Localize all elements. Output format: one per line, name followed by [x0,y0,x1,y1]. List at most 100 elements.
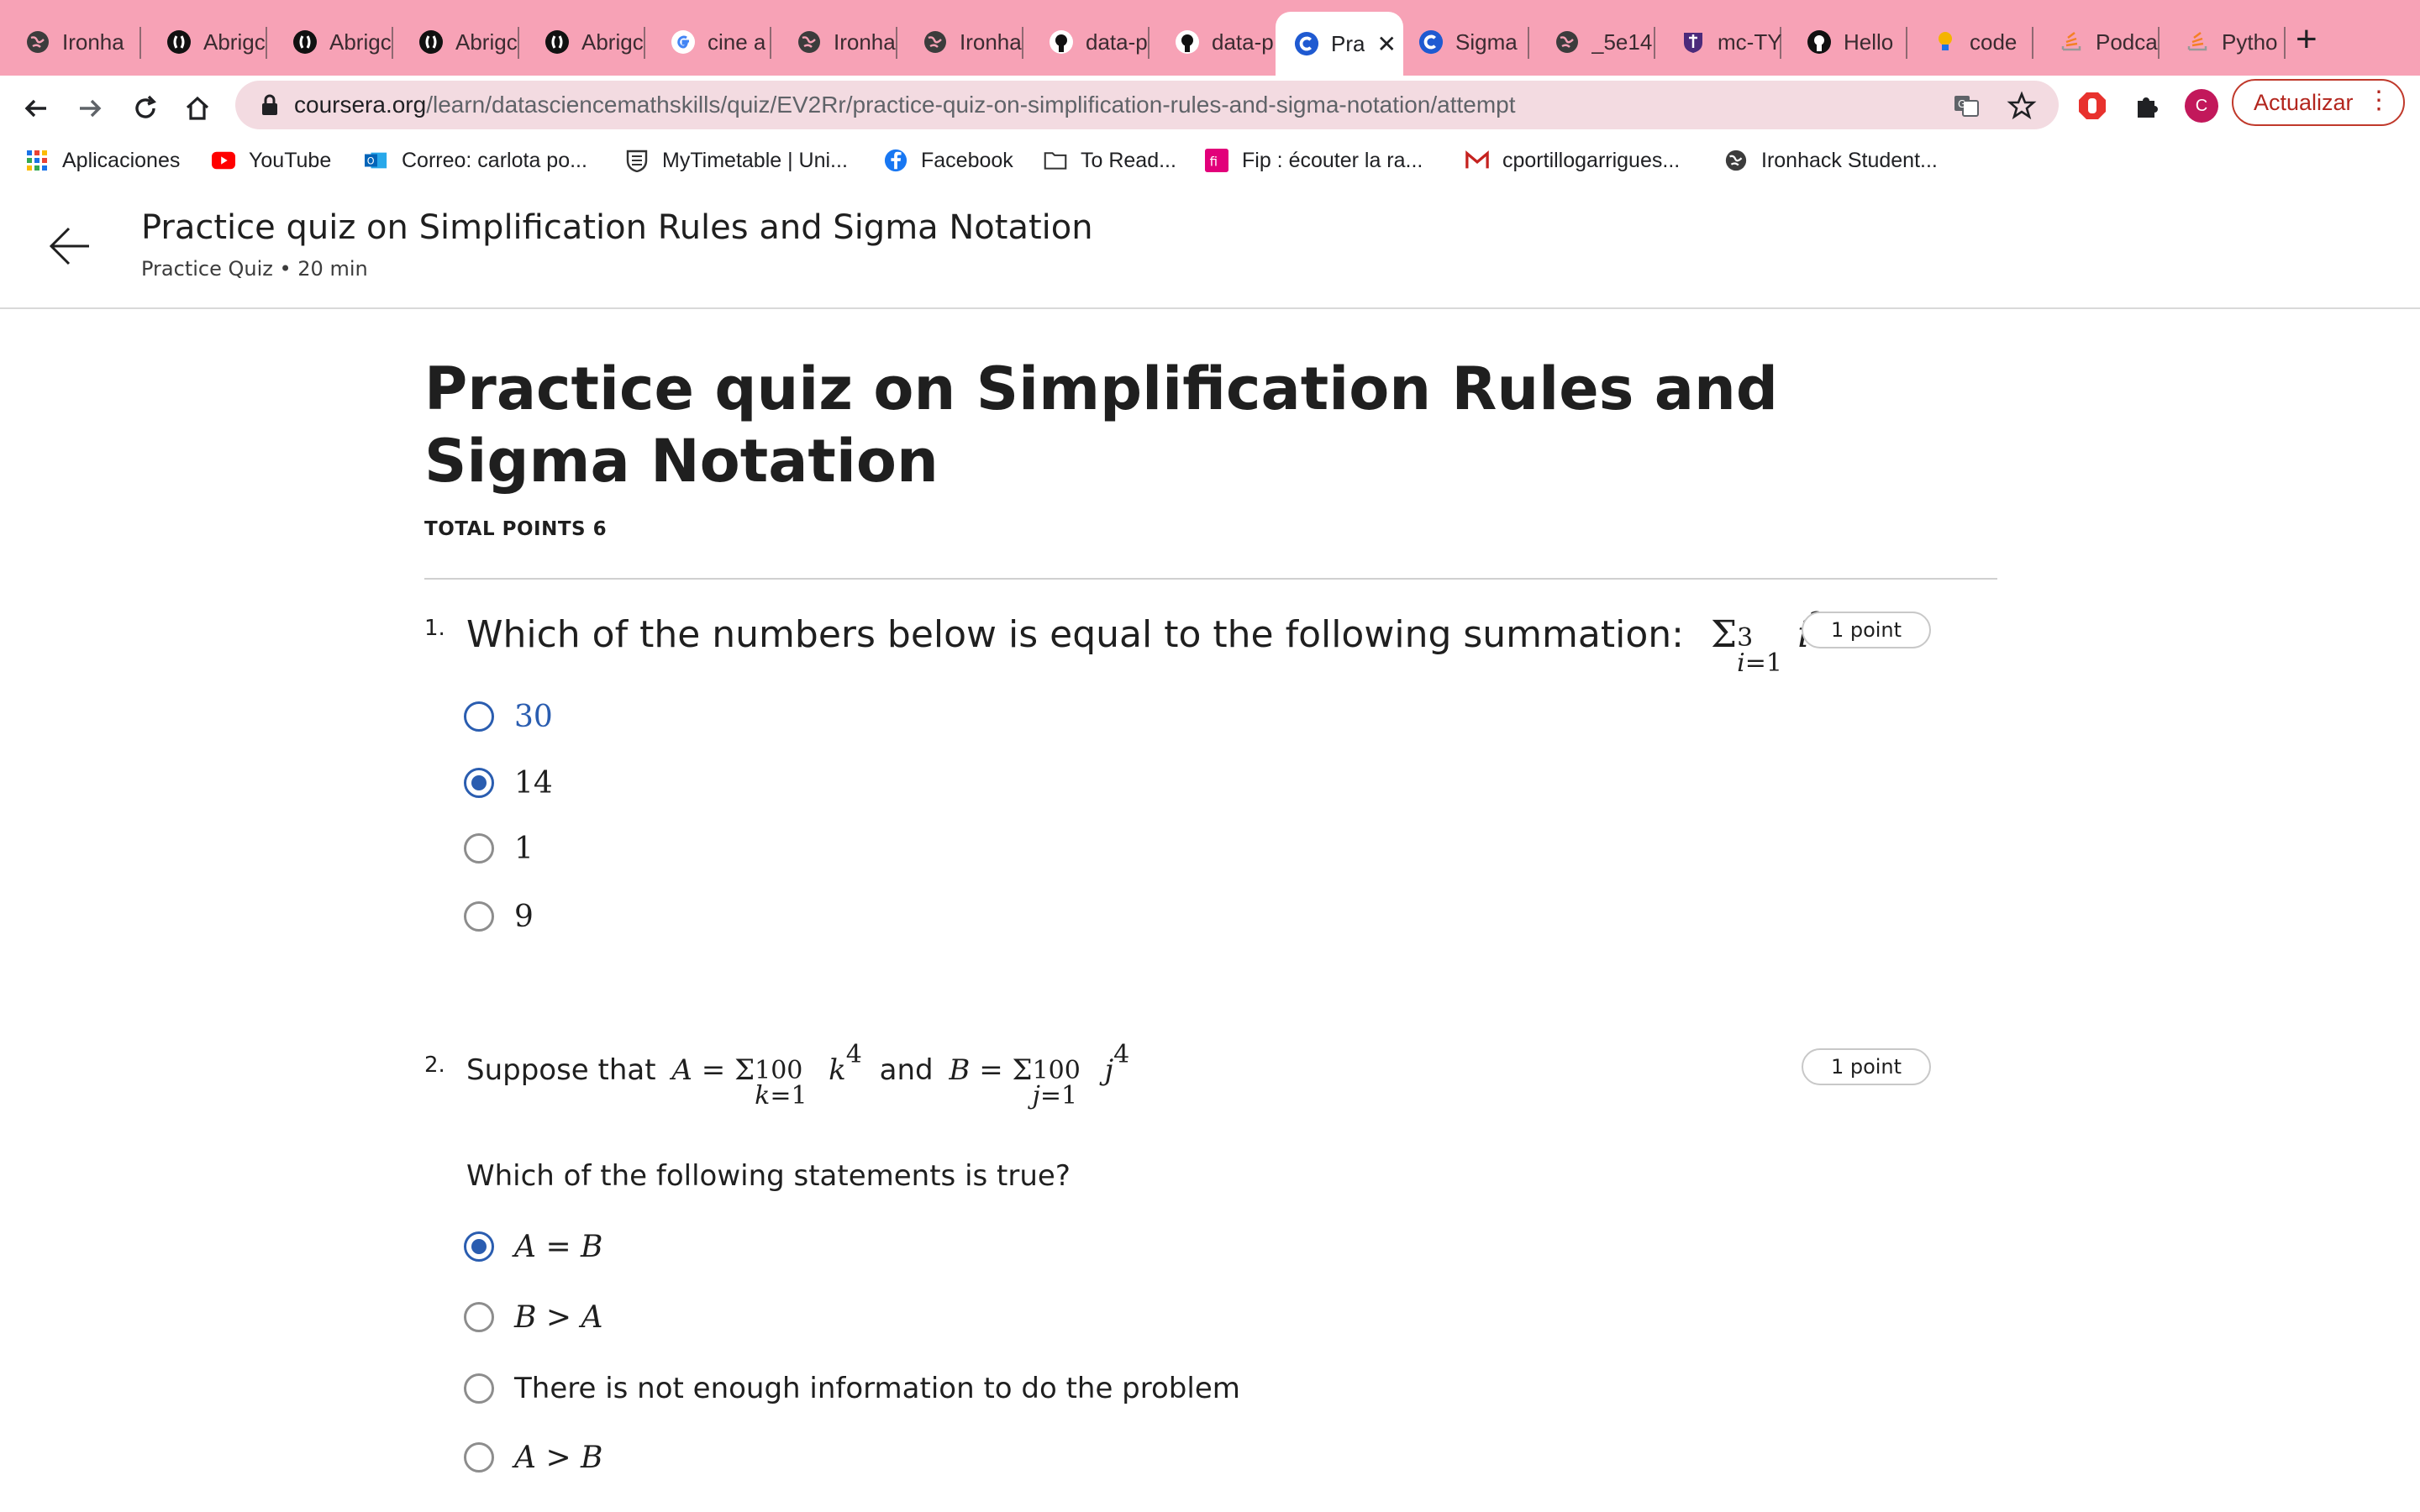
profile-avatar[interactable]: C [2185,89,2218,123]
tab-label: Ironha [62,29,124,55]
crest-icon [625,149,649,172]
tab-podcast[interactable]: Podca [2033,15,2160,69]
radio-button[interactable] [464,701,494,732]
tab-abrigo-3[interactable]: Abrigc [393,15,519,69]
quiz-page-header: Practice quiz on Simplification Rules an… [0,186,2420,309]
tab-data-2[interactable]: data-p [1150,15,1276,69]
formula-b: B = Σ 100 j=1 j4 [949,1040,1130,1110]
radio-button[interactable] [464,1373,494,1404]
svg-text:fi: fi [1210,155,1218,170]
points-label: 1 point [1830,618,1902,642]
bookmark-fip[interactable]: fi Fip : écouter la ra... [1205,144,1423,176]
bookmark-label: cportillogarrigues... [1502,148,1681,172]
bookmark-apps[interactable]: Aplicaciones [25,144,180,176]
bookmark-label: Facebook [921,148,1013,172]
address-bar[interactable]: coursera.org/learn/datasciencemathskills… [235,81,2059,129]
question-2-and: and [879,1053,934,1087]
option-label: 1 [514,831,534,866]
star-icon[interactable] [2007,91,2037,121]
tab-separator [2284,27,2286,59]
points-badge: 1 point [1802,612,1931,648]
folder-icon [1044,149,1067,172]
tab-label: Pra [1331,30,1365,56]
reload-button[interactable] [124,87,166,129]
option-a-equals-b[interactable]: A = B [464,1226,603,1268]
bookmark-facebook[interactable]: Facebook [884,144,1013,176]
globe-icon [1555,29,1580,55]
svg-text:O: O [367,156,375,167]
tab-python[interactable]: Pytho [2160,15,2286,69]
arrow-right-icon [80,99,102,118]
tab-ironhack-1[interactable]: Ironha [0,15,141,69]
tab-label: Sigma [1455,29,1518,55]
tab-data-1[interactable]: data-p [1023,15,1150,69]
tab-mc[interactable]: mc-TY [1655,15,1781,69]
tab-sigma[interactable]: Sigma [1403,15,1529,69]
adblock-icon[interactable] [2077,91,2107,121]
back-button[interactable] [15,87,57,129]
menu-dots-icon[interactable]: ⋮ [2366,88,2391,113]
forward-button[interactable] [69,87,111,129]
bookmark-to-read-folder[interactable]: To Read... [1044,144,1176,176]
option-9[interactable]: 9 [464,895,534,937]
tab-practice-quiz[interactable]: Pra ✕ [1276,12,1403,76]
radio-button-selected[interactable] [464,1231,494,1262]
tab-label: Ironha [960,29,1022,55]
option-a-greater-b[interactable]: A > B [464,1436,603,1478]
update-label: Actualizar [2254,89,2354,115]
update-button[interactable]: Actualizar ⋮ [2232,79,2405,126]
bookmark-mytimetable[interactable]: MyTimetable | Uni... [625,144,848,176]
tab-5e14[interactable]: _5e14 [1529,15,1655,69]
codepen-icon [166,29,192,55]
bookmarks-bar: Aplicaciones YouTube O Correo: carlota p… [0,134,2420,188]
outlook-icon: O [365,149,388,172]
url-text: coursera.org/learn/datasciencemathskills… [294,92,1516,118]
option-not-enough-info[interactable]: There is not enough information to do th… [464,1368,1240,1410]
radio-button[interactable] [464,833,494,864]
bookmark-youtube[interactable]: YouTube [212,144,331,176]
close-tab-icon[interactable]: ✕ [1376,30,1396,58]
option-label: 14 [514,765,553,801]
option-30[interactable]: 30 [464,696,553,738]
option-1[interactable]: 1 [464,827,534,869]
tab-cine[interactable]: cine a [645,15,771,69]
extensions-area: C [2069,81,2228,129]
tab-label: data-p [1086,29,1148,55]
tab-ironhack-2[interactable]: Ironha [771,15,897,69]
globe-icon [923,29,948,55]
arrow-left-icon [24,99,46,118]
bookmark-label: YouTube [249,148,332,172]
question-2-prompt: Which of the following statements is tru… [466,1159,1071,1193]
fip-icon: fi [1205,149,1228,172]
codepen-icon [544,29,570,55]
translate-icon[interactable]: G [1951,91,1981,121]
globe-icon [25,29,50,55]
tab-abrigo-2[interactable]: Abrigc [267,15,393,69]
tab-abrigo-1[interactable]: Abrigc [141,15,267,69]
radio-button-selected[interactable] [464,768,494,798]
lightbulb-icon [1933,29,1958,55]
radio-button[interactable] [464,1442,494,1473]
option-b-greater-a[interactable]: B > A [464,1296,603,1338]
url-host: coursera.org [294,92,427,118]
home-icon [186,96,209,120]
bookmark-outlook[interactable]: O Correo: carlota po... [365,144,587,176]
option-14[interactable]: 14 [464,762,553,804]
github-icon [1807,29,1832,55]
tab-code[interactable]: code [1907,15,2033,69]
radio-button[interactable] [464,901,494,932]
bookmark-label: Aplicaciones [62,148,181,172]
bookmark-gmail[interactable]: cportillogarrigues... [1465,144,1680,176]
arrow-left-icon[interactable] [47,223,92,269]
home-button[interactable] [176,87,218,129]
github-icon [1049,29,1074,55]
codepen-icon [292,29,318,55]
extensions-puzzle-icon[interactable] [2133,91,2163,121]
new-tab-button[interactable]: + [2296,18,2317,60]
bookmark-ironhack[interactable]: Ironhack Student... [1724,144,1938,176]
tab-label: Abrigc [581,29,644,55]
tab-hello[interactable]: Hello [1781,15,1907,69]
radio-button[interactable] [464,1302,494,1332]
tab-abrigo-4[interactable]: Abrigc [519,15,645,69]
tab-ironhack-3[interactable]: Ironha [897,15,1023,69]
